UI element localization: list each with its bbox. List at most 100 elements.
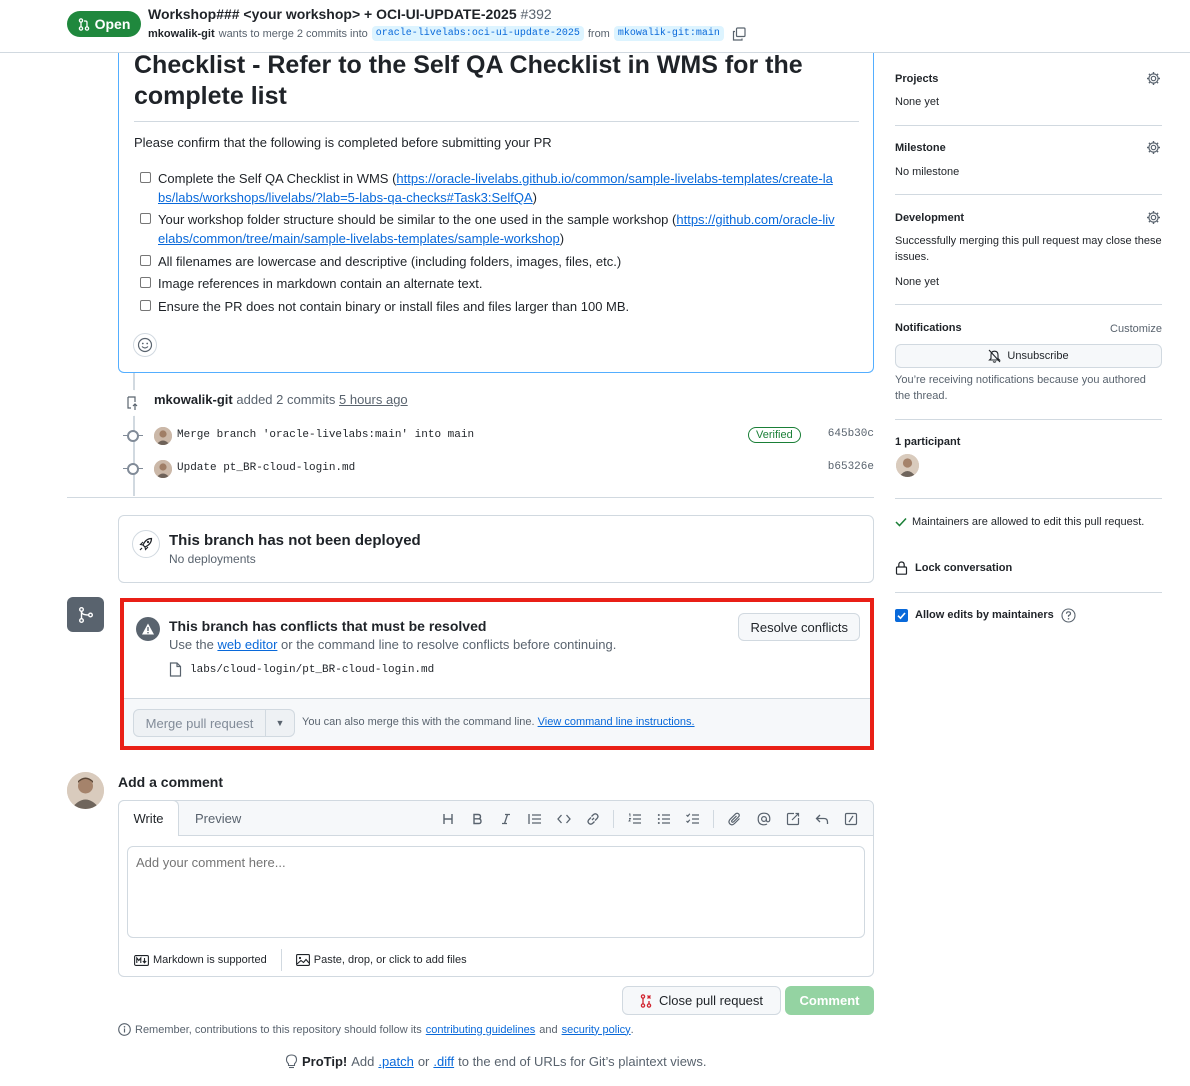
protip-end: to the end of URLs for Git’s plaintext v… [458, 1054, 707, 1069]
close-pull-request-button[interactable]: Close pull request [622, 986, 781, 1015]
italic-icon[interactable] [491, 810, 520, 828]
pr-title-text: Workshop### <your workshop> + OCI-UI-UPD… [148, 6, 517, 22]
quote-icon[interactable] [520, 810, 549, 828]
markdown-supported[interactable]: Markdown is supported [134, 954, 267, 966]
development-text: Successfully merging this pull request m… [895, 235, 1162, 263]
git-merge-icon [67, 597, 104, 632]
copy-icon[interactable] [732, 26, 746, 41]
commit-sha[interactable]: b65326e [828, 461, 874, 473]
reminder-period: . [630, 1023, 634, 1036]
allow-edits-label: Allow edits by maintainers [915, 609, 1054, 621]
checklist-suffix: ) [559, 231, 565, 246]
commit-author[interactable]: mkowalik-git [154, 392, 233, 407]
heading-icon[interactable] [433, 810, 462, 828]
bold-icon[interactable] [462, 810, 491, 828]
numbered-list-icon[interactable] [620, 810, 649, 828]
attach-files-label: Paste, drop, or click to add files [313, 954, 467, 966]
pr-author[interactable]: mkowalik-git [148, 28, 215, 40]
task-checkbox[interactable] [140, 255, 151, 266]
sidebar-notifications: Notifications Customize Unsubscribe You’… [895, 305, 1162, 420]
commit-sha[interactable]: 645b30c [828, 428, 874, 440]
attach-files[interactable]: Paste, drop, or click to add files [295, 954, 467, 966]
bulleted-list-icon[interactable] [649, 810, 678, 828]
commit-row: Merge branch 'oracle-livelabs:main' into… [123, 426, 876, 446]
avatar[interactable] [67, 772, 104, 809]
sidebar-milestone: Milestone No milestone [895, 126, 1162, 195]
diff-link[interactable]: .diff [433, 1054, 454, 1069]
merge-pull-request-button[interactable]: Merge pull request [133, 709, 266, 737]
merge-cli-note: You can also merge this with the command… [302, 716, 695, 728]
commit-message[interactable]: Merge branch 'oracle-livelabs:main' into… [177, 429, 474, 441]
sidebar-development: Development Successfully merging this pu… [895, 195, 1162, 305]
comment-submit-button[interactable]: Comment [785, 986, 874, 1015]
gear-icon[interactable] [1146, 140, 1161, 155]
notifications-label: Notifications [895, 322, 962, 334]
development-label[interactable]: Development [895, 212, 964, 224]
comment-textarea[interactable] [127, 846, 865, 938]
checkbox-checked-icon[interactable] [895, 608, 908, 622]
task-list-icon[interactable] [678, 810, 707, 828]
avatar[interactable] [154, 460, 172, 478]
checklist-text: Complete the Self QA Checklist in WMS ( [158, 171, 397, 186]
lock-icon [895, 561, 908, 575]
avatar-image [896, 454, 919, 477]
avatar[interactable] [154, 427, 172, 445]
tab-write[interactable]: Write [118, 800, 179, 836]
task-checkbox[interactable] [140, 213, 151, 224]
checklist-text: Your workshop folder structure should be… [158, 212, 677, 227]
head-branch[interactable]: mkowalik-git:main [613, 26, 724, 41]
web-editor-link[interactable]: web editor [217, 637, 277, 652]
verified-badge[interactable]: Verified [748, 427, 801, 443]
milestone-label[interactable]: Milestone [895, 142, 946, 154]
code-icon[interactable] [549, 810, 578, 828]
task-checkbox[interactable] [140, 172, 151, 183]
unsubscribe-button[interactable]: Unsubscribe [895, 344, 1162, 368]
git-pull-request-closed-icon [640, 993, 652, 1008]
allow-edits-toggle[interactable]: Allow edits by maintainers [895, 607, 1076, 623]
question-icon[interactable] [1061, 607, 1076, 623]
git-commit-icon [127, 463, 139, 475]
merge-options-dropdown[interactable]: ▼ [266, 709, 295, 737]
projects-label[interactable]: Projects [895, 73, 938, 85]
notifications-reason: You’re receiving notifications because y… [895, 374, 1146, 402]
reminder-and: and [539, 1023, 558, 1036]
task-checkbox[interactable] [140, 300, 151, 311]
deploy-title: This branch has not been deployed [169, 532, 421, 549]
editor-tabs: Write Preview [118, 800, 873, 836]
from-text: from [587, 27, 610, 40]
gear-icon[interactable] [1146, 71, 1161, 86]
gear-icon[interactable] [1146, 210, 1161, 225]
link-icon[interactable] [578, 810, 607, 828]
merge-footer: Merge pull request ▼ You can also merge … [124, 698, 870, 746]
resolve-conflicts-button[interactable]: Resolve conflicts [738, 613, 860, 641]
tab-preview[interactable]: Preview [195, 811, 241, 826]
slash-command-icon[interactable] [836, 810, 865, 828]
pr-title: Workshop### <your workshop> + OCI-UI-UPD… [148, 6, 552, 22]
task-checkbox[interactable] [140, 277, 151, 288]
add-reaction-button[interactable] [133, 333, 157, 357]
commit-time-link[interactable]: 5 hours ago [339, 392, 408, 407]
conflict-sub-post: or the command line to resolve conflicts… [281, 637, 617, 652]
mention-icon[interactable] [749, 810, 778, 828]
paperclip-icon[interactable] [720, 810, 749, 828]
lock-conversation-button[interactable]: Lock conversation [895, 560, 1012, 576]
commit-message[interactable]: Update pt_BR-cloud-login.md [177, 462, 355, 474]
security-policy-link[interactable]: security policy [562, 1024, 631, 1036]
reply-icon[interactable] [807, 810, 836, 828]
patch-link[interactable]: .patch [378, 1054, 413, 1069]
cross-reference-icon[interactable] [778, 810, 807, 828]
sidebar-participants: 1 participant [895, 420, 1162, 499]
conflict-file-path[interactable]: labs/cloud-login/pt_BR-cloud-login.md [190, 664, 434, 676]
repo-push-icon [127, 396, 138, 410]
conflict-file: labs/cloud-login/pt_BR-cloud-login.md [169, 662, 434, 677]
base-branch[interactable]: oracle-livelabs:oci-ui-update-2025 [371, 26, 584, 41]
pr-subtitle: mkowalik-git wants to merge 2 commits in… [148, 26, 746, 41]
contributing-guidelines-link[interactable]: contributing guidelines [426, 1024, 535, 1036]
commit-row: Update pt_BR-cloud-login.md b65326e [123, 459, 876, 479]
info-icon [118, 1023, 131, 1036]
checklist-item: Ensure the PR does not contain binary or… [140, 297, 840, 316]
command-line-instructions-link[interactable]: View command line instructions. [538, 716, 695, 728]
markdown-icon [134, 954, 149, 966]
customize-link[interactable]: Customize [1110, 321, 1162, 337]
avatar[interactable] [896, 454, 919, 477]
